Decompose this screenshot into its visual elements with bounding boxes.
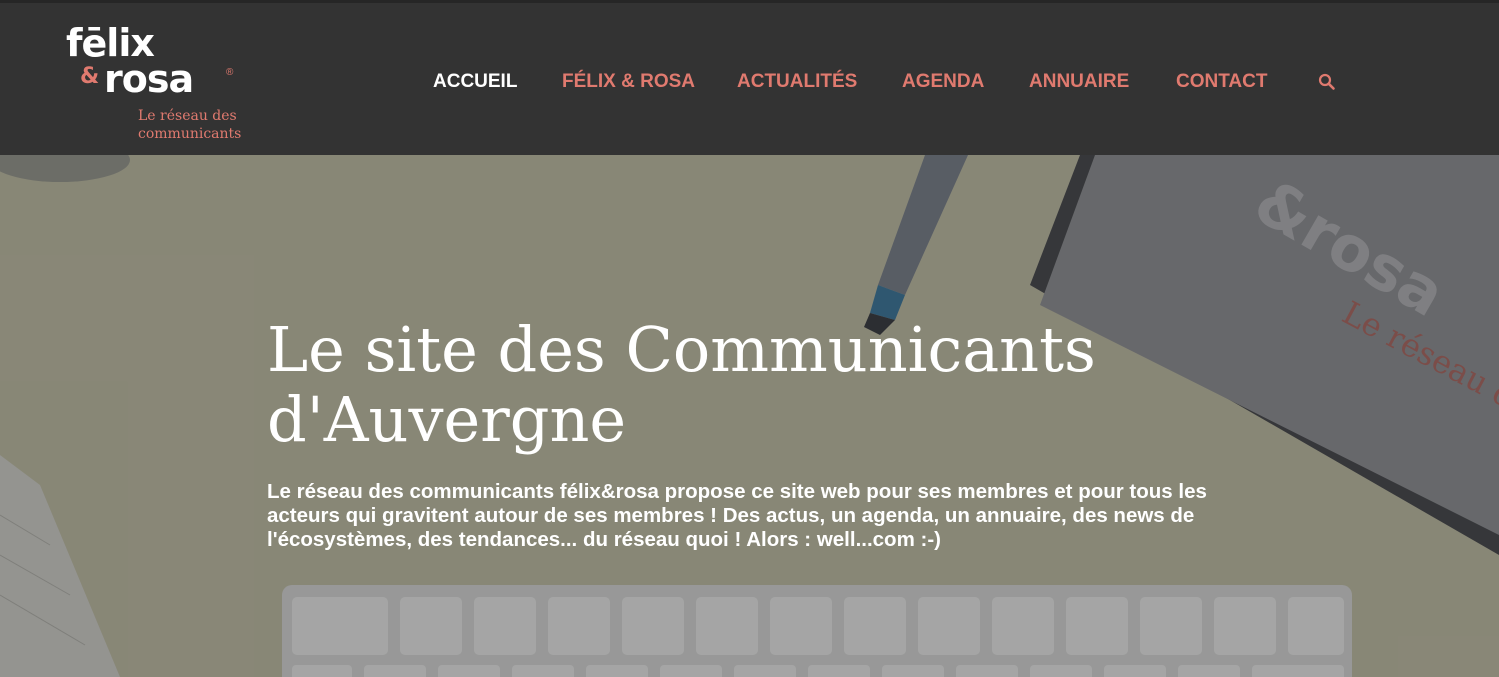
hero-title: Le site des Communicants d'Auvergne	[267, 313, 1096, 456]
nav-item-accueil[interactable]: ACCUEIL	[433, 69, 517, 95]
search-icon[interactable]	[1318, 73, 1336, 91]
site-header: fēlix & rosa ® Le réseau des communicant…	[0, 0, 1499, 155]
logo-rosa-text: rosa	[104, 57, 194, 101]
logo-ampersand: &	[80, 64, 100, 89]
logo-registered-mark: ®	[226, 67, 234, 78]
hero-section: &rosa Le réseau des communicants	[0, 155, 1499, 677]
nav-item-actualites[interactable]: ACTUALITÉS	[737, 69, 857, 95]
nav-item-annuaire[interactable]: ANNUAIRE	[1029, 69, 1129, 95]
site-logo[interactable]: fēlix & rosa ® Le réseau des communicant…	[66, 23, 266, 148]
hero-description: Le réseau des communicants félix&rosa pr…	[267, 480, 1207, 551]
nav-item-felix-rosa[interactable]: FÉLIX & ROSA	[562, 69, 695, 95]
nav-item-contact[interactable]: CONTACT	[1176, 69, 1267, 95]
logo-tagline: Le réseau des communicants	[138, 108, 242, 142]
nav-item-agenda[interactable]: AGENDA	[902, 69, 984, 95]
